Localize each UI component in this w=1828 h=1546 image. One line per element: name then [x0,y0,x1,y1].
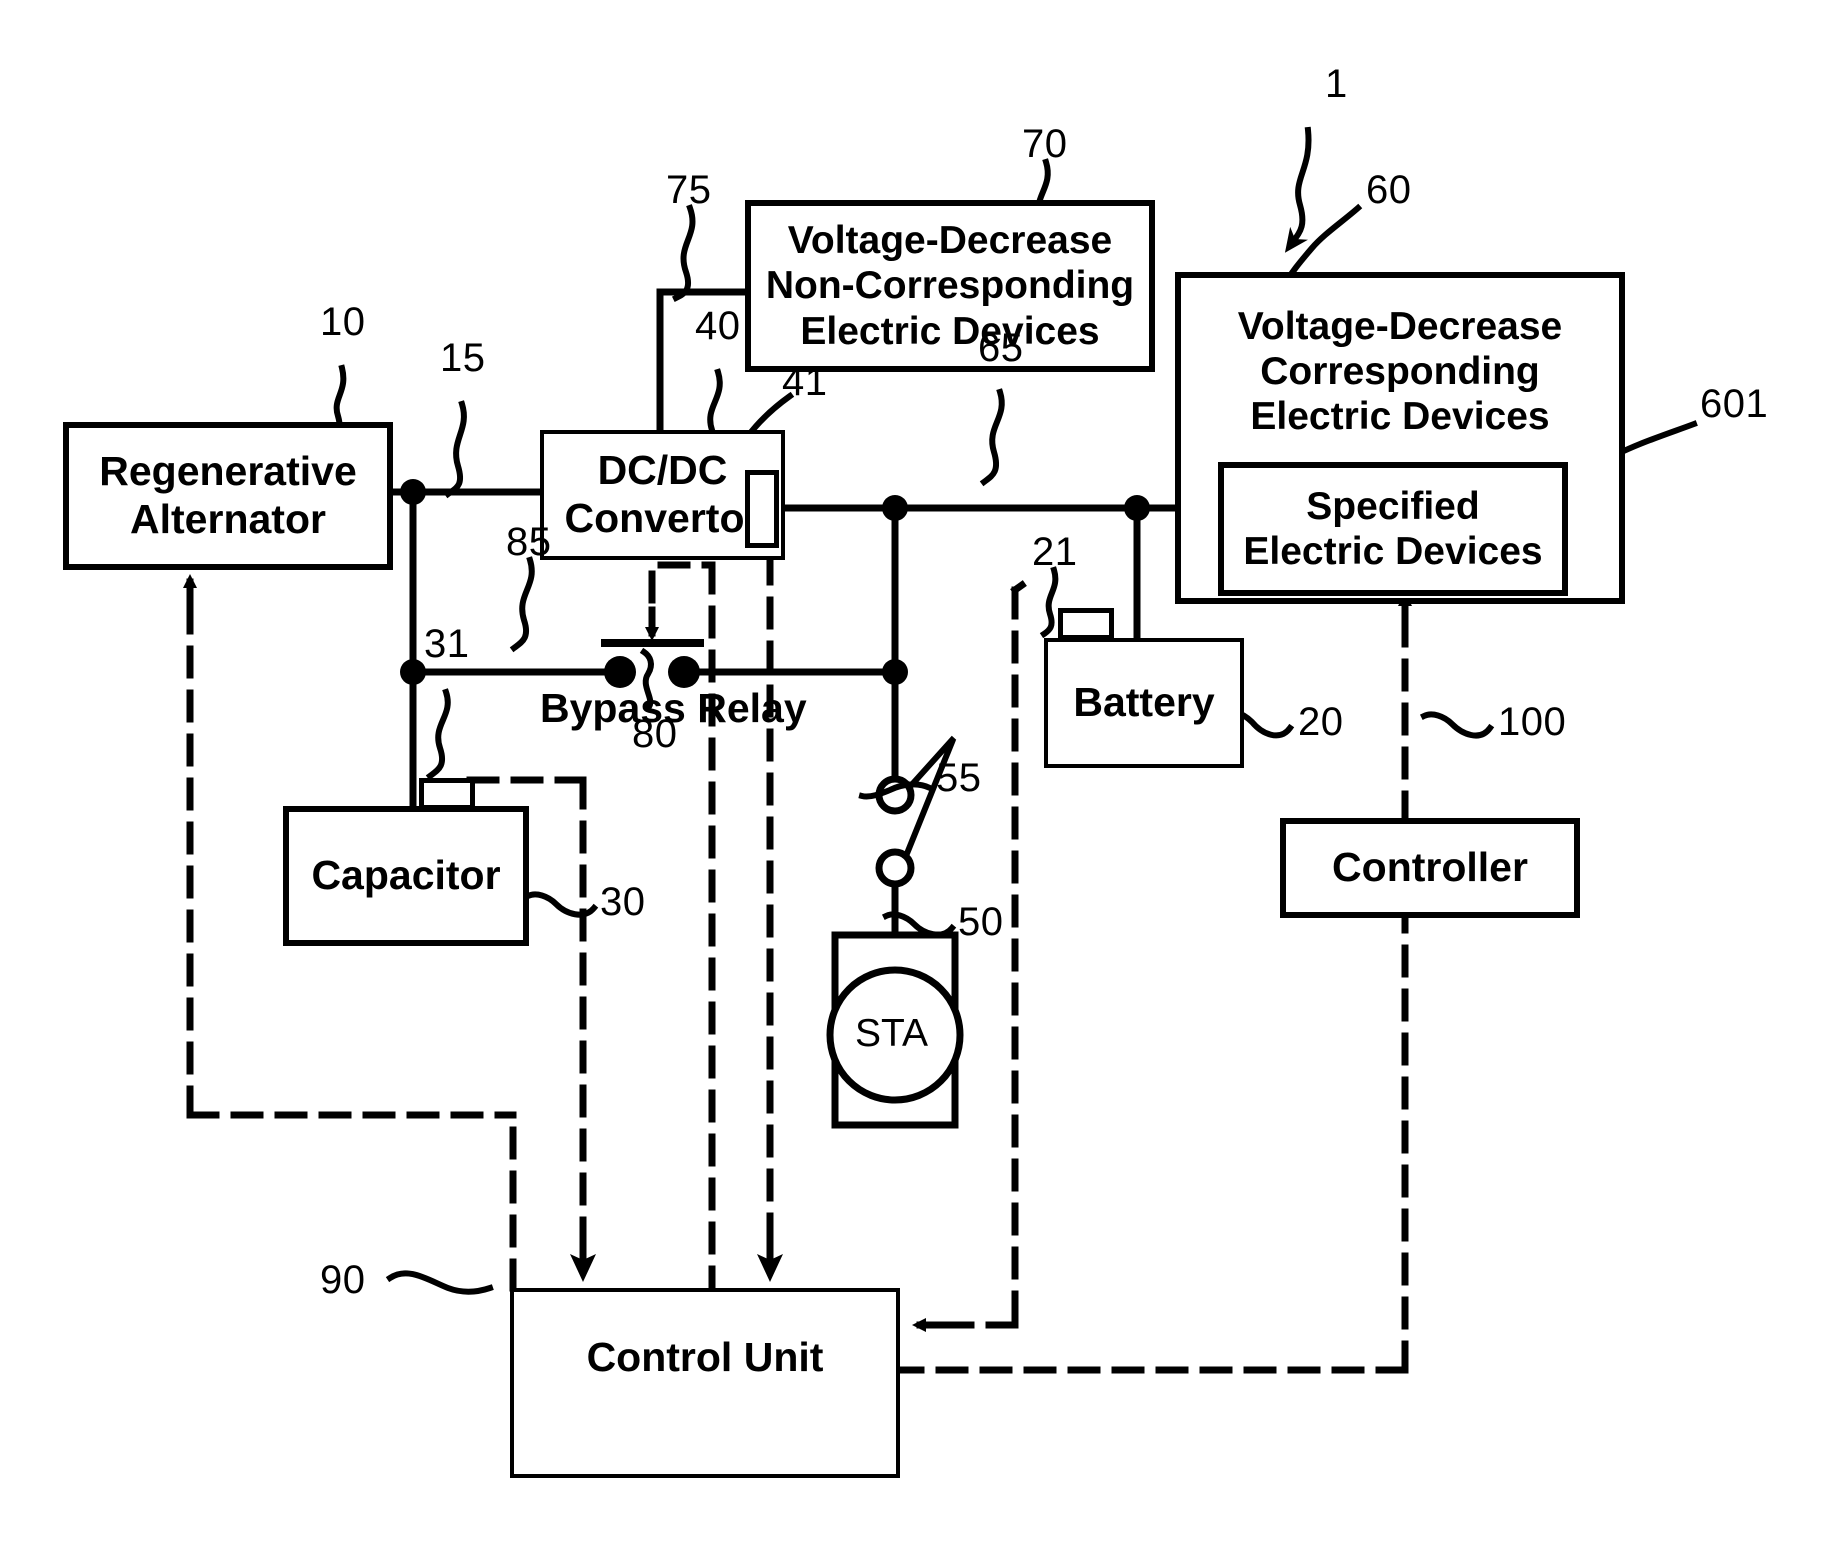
leader-31 [425,688,451,781]
block-specified-electric-devices[interactable]: Specified Electric Devices [1218,462,1568,596]
bypass-actuator-dash [648,561,716,604]
ref-15: 15 [440,336,486,380]
ref-90: 90 [320,1258,366,1302]
ref-41: 41 [782,360,828,404]
ref-20: 20 [1298,700,1344,744]
leader-1 [1284,126,1312,253]
ref-85: 85 [506,520,552,564]
capacitor-terminal [419,778,475,810]
signal-battery-hook [1010,580,1027,595]
ref-601: 601 [1700,382,1769,426]
vd-non-corresponding-line-3: Electric Devices [800,309,1100,353]
block-regenerative-alternator[interactable]: Regenerative Alternator [63,422,393,570]
ref-70: 70 [1022,122,1068,166]
leader-65 [979,388,1005,487]
patent-figure: Regenerative Alternator DC/DC Convertor … [0,0,1828,1546]
ref-30: 30 [600,880,646,924]
bypass-contact-right [668,656,700,688]
capacitor-label: Capacitor [311,852,501,899]
dcdc-convertor-line-2: Convertor [564,495,761,541]
ref-100: 100 [1498,700,1567,744]
specified-electric-devices-line-1: Specified [1306,484,1480,528]
leader-100 [1419,711,1495,739]
block-capacitor[interactable]: Capacitor [283,806,529,946]
ref-60: 60 [1366,168,1412,212]
block-control-unit[interactable]: Control Unit [510,1288,900,1478]
leader-75 [671,204,696,303]
ref-10: 10 [320,300,366,344]
vd-non-corresponding-line-2: Non-Corresponding [765,264,1135,308]
ref-1: 1 [1325,62,1348,106]
vd-corresponding-line-3: Electric Devices [1250,395,1550,439]
ref-80: 80 [632,712,678,756]
ref-55: 55 [936,756,982,800]
regenerative-alternator-line-2: Alternator [130,496,326,542]
regenerative-alternator-line-1: Regenerative [99,448,357,495]
leader-85 [509,556,535,653]
battery-label: Battery [1073,679,1215,726]
block-controller[interactable]: Controller [1280,818,1580,918]
block-voltage-decrease-non-corresponding[interactable]: Voltage-Decrease Non-Corresponding Elect… [745,200,1155,372]
junction-dot-alternator [400,479,426,505]
bypass-contact-left [604,656,636,688]
ref-65: 65 [978,326,1024,370]
ref-75: 75 [666,168,712,212]
leader-21 [1039,566,1059,639]
controller-label: Controller [1332,844,1528,891]
block-battery[interactable]: Battery [1044,638,1244,768]
junction-dot-bypass-right [882,659,908,685]
dcdc-convertor-line-1: DC/DC [597,447,728,494]
starter-label: STA [855,1012,928,1055]
junction-dot-capacitor [400,659,426,685]
vd-non-corresponding-line-1: Voltage-Decrease [787,219,1113,263]
dcdc-output-terminal [745,470,779,548]
leader-15 [443,400,467,499]
ref-40: 40 [695,304,741,348]
ref-21: 21 [1032,530,1078,574]
control-unit-label: Control Unit [586,1334,824,1380]
ref-50: 50 [958,900,1004,944]
specified-electric-devices-line-2: Electric Devices [1243,530,1543,573]
ref-31: 31 [424,622,470,666]
vd-corresponding-line-1: Voltage-Decrease [1237,305,1563,348]
leader-90 [385,1270,494,1295]
junction-dot-bus-left [882,495,908,521]
junction-dot-battery [1124,495,1150,521]
battery-terminal [1058,608,1114,640]
vd-corresponding-line-2: Corresponding [1260,350,1540,394]
